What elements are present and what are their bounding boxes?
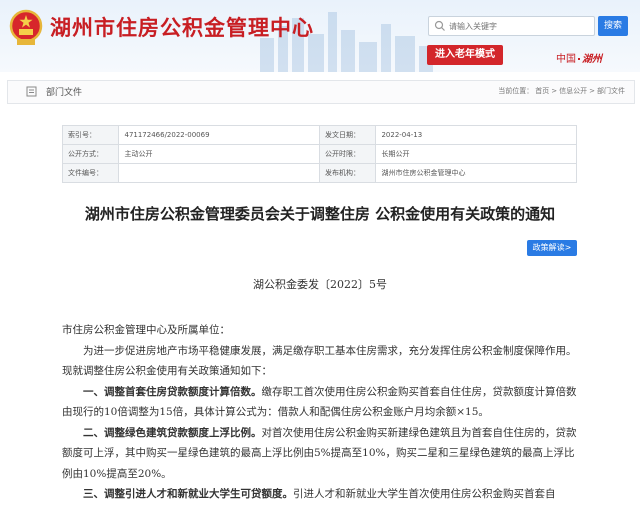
item-3-body: 引进人才和新就业大学生首次使用住房公积金购买首套自 xyxy=(293,488,556,500)
policy-interpretation-button[interactable]: 政策解读> xyxy=(527,240,577,256)
meta-value: 长期公开 xyxy=(375,144,577,164)
table-row: 公开方式： 主动公开 公开时限： 长期公开 xyxy=(61,144,577,164)
national-emblem-icon xyxy=(9,9,43,45)
city-brand-logo: 中国 湖州 xyxy=(556,50,602,65)
section-bar: 部门文件 当前位置： 首页 > 信息公开 > 部门文件 xyxy=(7,80,635,104)
salutation: 市住房公积金管理中心及所属单位： xyxy=(62,324,230,336)
document-icon xyxy=(26,86,37,97)
site-header: 湖州市住房公积金管理中心 搜索 进入老年模式 中国湖州 xyxy=(0,0,640,72)
section-title: 部门文件 xyxy=(46,88,83,98)
meta-key: 公开时限： xyxy=(318,144,377,164)
meta-key: 文件编号： xyxy=(61,163,120,183)
item-2-heading: 二、调整绿色建筑贷款额度上浮比例。 xyxy=(83,426,262,439)
item-3-heading: 三、调整引进人才和新就业大学生可贷额度。 xyxy=(83,488,293,500)
search-box[interactable] xyxy=(428,16,595,36)
search-button[interactable]: 搜索 xyxy=(598,16,628,36)
table-row: 索引号： 471172466/2022-00069 发文日期： 2022-04-… xyxy=(61,125,577,145)
meta-value: 2022-04-13 xyxy=(375,125,577,145)
elder-mode-button[interactable]: 进入老年模式 xyxy=(427,45,503,65)
search-icon xyxy=(434,20,445,31)
item-1-heading: 一、调整首套住房贷款额度计算倍数。 xyxy=(83,385,262,398)
meta-key: 发布机构： xyxy=(318,163,377,183)
meta-value: 471172466/2022-00069 xyxy=(118,125,320,145)
search-input[interactable] xyxy=(449,17,589,35)
meta-key: 索引号： xyxy=(61,125,120,145)
breadcrumb: 当前位置： 首页 > 信息公开 > 部门文件 xyxy=(497,86,626,96)
article-body: 市住房公积金管理中心及所属单位： 为进一步促进房地产市场平稳健康发展，满足缴存职… xyxy=(62,320,582,505)
article-title: 湖州市住房公积金管理委员会关于调整住房 公积金使用有关政策的通知 xyxy=(84,205,556,223)
breadcrumb-dept-files[interactable]: 部门文件 xyxy=(597,87,625,95)
document-meta-table: 索引号： 471172466/2022-00069 发文日期： 2022-04-… xyxy=(61,125,577,183)
breadcrumb-separator: > xyxy=(589,87,595,95)
item-1-paragraph: 一、调整首套住房贷款额度计算倍数。缴存职工首次使用住房公积金购买首套自住住房，贷… xyxy=(62,382,582,423)
breadcrumb-home[interactable]: 首页 xyxy=(535,87,549,95)
meta-key: 公开方式： xyxy=(61,144,120,164)
brand-logo-left: 中国 xyxy=(556,54,576,65)
meta-key: 发文日期： xyxy=(318,125,377,145)
site-title: 湖州市住房公积金管理中心 xyxy=(50,16,314,40)
meta-value: 湖州市住房公积金管理中心 xyxy=(375,163,577,183)
document-number: 湖公积金委发〔2022〕5号 xyxy=(253,278,387,291)
meta-value: 主动公开 xyxy=(118,144,320,164)
item-2-paragraph: 二、调整绿色建筑贷款额度上浮比例。对首次使用住房公积金购买新建绿色建筑且为首套自… xyxy=(62,423,582,485)
intro-paragraph: 为进一步促进房地产市场平稳健康发展，满足缴存职工基本住房需求，充分发挥住房公积金… xyxy=(62,344,577,378)
meta-value xyxy=(118,163,320,183)
item-3-paragraph: 三、调整引进人才和新就业大学生可贷额度。引进人才和新就业大学生首次使用住房公积金… xyxy=(62,484,582,505)
table-row: 文件编号： 发布机构： 湖州市住房公积金管理中心 xyxy=(61,163,577,183)
brand-logo-right: 湖州 xyxy=(582,54,602,65)
breadcrumb-info-public[interactable]: 信息公开 xyxy=(559,87,587,95)
breadcrumb-separator: > xyxy=(551,87,558,95)
breadcrumb-label: 当前位置： xyxy=(498,87,534,95)
